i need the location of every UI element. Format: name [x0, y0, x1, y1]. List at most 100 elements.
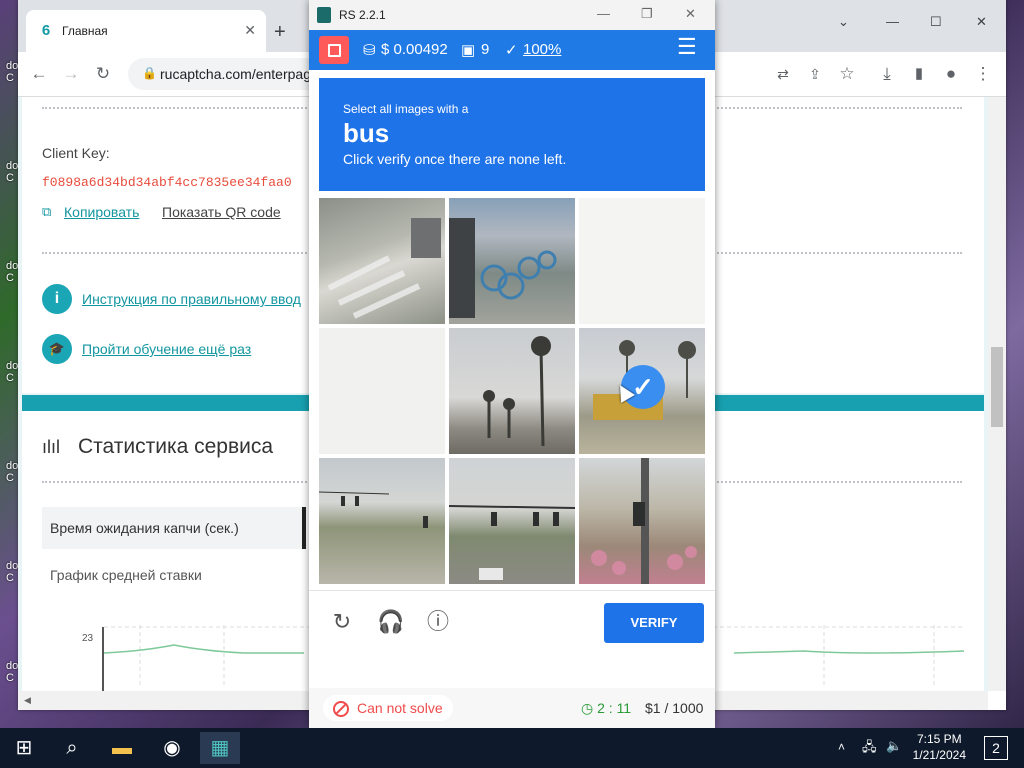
- cant-solve-label: Can not solve: [357, 700, 443, 716]
- refresh-icon[interactable]: ↻: [329, 609, 355, 635]
- copy-icon[interactable]: ⧉: [42, 204, 51, 220]
- new-tab-icon[interactable]: +: [274, 22, 286, 42]
- stats-title: Статистика сервиса: [78, 435, 274, 458]
- graduation-cap-icon: 🎓: [42, 334, 72, 364]
- site-favicon-icon: 6: [41, 22, 51, 39]
- translate-icon[interactable]: ⇄: [772, 63, 794, 85]
- show-qr-link[interactable]: Показать QR code: [162, 204, 281, 220]
- popup-titlebar: RS 2.2.1 — ❐ ✕: [309, 0, 715, 30]
- headphones-icon[interactable]: 🎧: [377, 609, 404, 635]
- desktop-icon-label[interactable]: do C: [6, 260, 18, 284]
- captcha-tile[interactable]: [319, 198, 445, 324]
- clock[interactable]: 7:15 PM 1/21/2024: [913, 731, 966, 763]
- avg-rate-label: График средней ставки: [50, 567, 202, 583]
- download-icon[interactable]: ⤓: [876, 63, 898, 85]
- cant-solve-button[interactable]: Can not solve: [323, 695, 453, 721]
- rs-app-taskbar-icon[interactable]: ▦: [200, 732, 240, 764]
- close-icon[interactable]: ✕: [685, 6, 696, 22]
- rs-extension-window: RS 2.2.1 — ❐ ✕ ⛁ $ 0.00492 ▣ 9 ✓ 100% ☰ …: [309, 0, 715, 728]
- captcha-tile-selected[interactable]: ✓: [579, 328, 705, 454]
- captcha-target: bus: [343, 118, 390, 148]
- timer: ◷ 2 : 11: [581, 700, 631, 717]
- maximize-icon[interactable]: ❐: [641, 6, 653, 22]
- client-key-label: Client Key:: [42, 145, 110, 161]
- profile-icon[interactable]: ●: [940, 63, 962, 85]
- verify-button[interactable]: VERIFY: [604, 603, 704, 643]
- desktop-icon-label[interactable]: do C: [6, 160, 18, 184]
- info-icon[interactable]: ⓘ: [425, 609, 451, 635]
- wait-time-tab[interactable]: Время ожидания капчи (сек.): [42, 507, 306, 549]
- coins-icon: ⛁: [363, 42, 376, 59]
- file-explorer-icon[interactable]: ▬: [102, 732, 142, 764]
- tray-expand-icon[interactable]: ˄: [838, 740, 845, 754]
- close-tab-icon[interactable]: ✕: [244, 22, 256, 39]
- date: 1/21/2024: [912, 748, 966, 762]
- volume-icon[interactable]: 🔈: [886, 738, 902, 754]
- lock-icon: 🔒: [142, 66, 157, 80]
- chrome-icon[interactable]: ◉: [152, 732, 192, 764]
- menu-kebab-icon[interactable]: ⋮: [972, 63, 994, 85]
- popup-title: RS 2.2.1: [339, 8, 386, 22]
- stats-bar: ⛁ $ 0.00492 ▣ 9 ✓ 100% ☰: [309, 30, 715, 70]
- desktop-icon-label[interactable]: do C: [6, 60, 18, 84]
- bookmark-star-icon[interactable]: ☆: [836, 63, 858, 85]
- info-icon: i: [42, 284, 72, 314]
- solved-count: 9: [481, 41, 490, 58]
- wait-time-tab-label: Время ожидания капчи (сек.): [50, 520, 239, 536]
- desktop-icon-label[interactable]: do C: [6, 460, 18, 484]
- url-text: rucaptcha.com/enterpag: [160, 66, 311, 82]
- maximize-icon[interactable]: ☐: [930, 14, 942, 30]
- client-key-value: f0898a6d34bd34abf4cc7835ee34faa0: [42, 175, 292, 190]
- address-bar[interactable]: 🔒 rucaptcha.com/enterpag: [128, 58, 338, 90]
- captcha-tile[interactable]: [579, 458, 705, 584]
- captcha-tile-empty[interactable]: [579, 198, 705, 324]
- close-window-icon[interactable]: ✕: [976, 14, 987, 30]
- desktop-icon-label[interactable]: do C: [6, 660, 18, 684]
- instruction-link[interactable]: Инструкция по правильному ввод: [82, 291, 301, 307]
- network-icon[interactable]: 🖧: [862, 738, 877, 760]
- rs-app-icon: [317, 7, 331, 23]
- tab-search-icon[interactable]: ⌄: [838, 14, 849, 30]
- back-icon[interactable]: ←: [28, 63, 50, 85]
- scroll-left-icon[interactable]: ◀: [24, 695, 31, 706]
- notification-center-icon[interactable]: 2: [984, 736, 1008, 760]
- copy-link[interactable]: Копировать: [64, 204, 139, 220]
- desktop-icon-label[interactable]: do C: [6, 360, 18, 384]
- browser-tab[interactable]: 6 Главная ✕: [26, 10, 266, 52]
- captcha-tile[interactable]: [449, 328, 575, 454]
- notification-count: 2: [992, 740, 1000, 756]
- vertical-scrollbar[interactable]: [988, 97, 1006, 691]
- captcha-instruction-bottom: Click verify once there are none left.: [343, 151, 567, 167]
- forward-icon[interactable]: →: [60, 63, 82, 85]
- windows-start-icon[interactable]: ⊞: [4, 732, 44, 764]
- hamburger-menu-icon[interactable]: ☰: [677, 34, 697, 60]
- desktop-icon-label[interactable]: do C: [6, 560, 18, 584]
- reload-icon[interactable]: ↻: [92, 63, 114, 85]
- check-circle-icon: ✓: [505, 42, 518, 59]
- scroll-thumb[interactable]: [991, 347, 1003, 427]
- captcha-tile[interactable]: [449, 198, 575, 324]
- taskbar: ⊞ ⌕ ▬ ◉ ▦ ˄ 🖧 🔈 7:15 PM 1/21/2024 2: [0, 728, 1024, 768]
- side-panel-icon[interactable]: ▮: [908, 63, 930, 85]
- price: $1 / 1000: [645, 700, 704, 716]
- timer-value: 2 : 11: [597, 700, 632, 716]
- captcha-header: Select all images with a bus Click verif…: [319, 78, 705, 191]
- time: 7:15 PM: [916, 732, 962, 746]
- popup-footer: Can not solve ◷ 2 : 11 $1 / 1000: [309, 688, 715, 728]
- captcha-tile-empty[interactable]: [319, 328, 445, 454]
- captcha-tile[interactable]: [319, 458, 445, 584]
- clock-icon: ◷: [581, 700, 598, 716]
- captcha-tile[interactable]: [449, 458, 575, 584]
- stop-button[interactable]: [319, 36, 349, 64]
- captcha-grid: ✓: [319, 198, 705, 584]
- training-link[interactable]: Пройти обучение ещё раз: [82, 341, 251, 357]
- minimize-icon[interactable]: —: [597, 6, 610, 21]
- images-icon: ▣: [461, 42, 476, 59]
- minimize-icon[interactable]: —: [886, 14, 899, 29]
- captcha-controls: ↻ 🎧 ⓘ VERIFY: [309, 590, 715, 651]
- search-icon[interactable]: ⌕: [52, 732, 92, 764]
- bar-chart-icon: ılıl: [42, 437, 60, 457]
- accuracy[interactable]: 100%: [523, 41, 561, 58]
- no-entry-icon: [333, 701, 349, 717]
- share-icon[interactable]: ⇪: [804, 63, 826, 85]
